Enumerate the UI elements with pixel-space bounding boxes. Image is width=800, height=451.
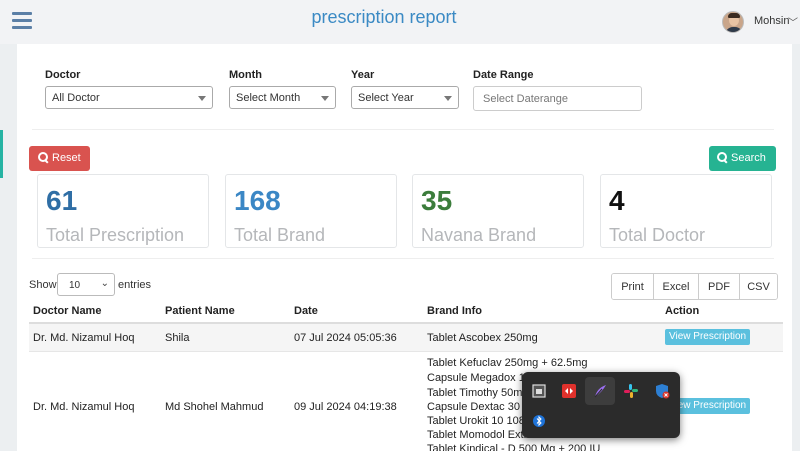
search-button-label: Search bbox=[731, 152, 766, 164]
sidebar-accent bbox=[0, 130, 3, 178]
search-icon bbox=[717, 152, 727, 162]
column-header-brand-info[interactable]: Brand Info bbox=[427, 305, 482, 317]
chevron-down-icon: ⌄ bbox=[100, 278, 109, 289]
doctor-label: Doctor bbox=[45, 69, 81, 81]
stat-card-navana-brand: 35 Navana Brand bbox=[412, 174, 584, 248]
doctor-select[interactable]: All Doctor bbox=[45, 86, 213, 109]
stat-value: 61 bbox=[46, 185, 78, 216]
cell-patient: Shila bbox=[165, 332, 190, 344]
reset-button-label: Reset bbox=[52, 152, 81, 164]
column-header-doctor[interactable]: Doctor Name bbox=[33, 305, 101, 317]
dropdown-caret-icon bbox=[321, 96, 329, 101]
year-select[interactable]: Select Year bbox=[351, 86, 459, 109]
cell-doctor: Dr. Md. Nizamul Hoq bbox=[33, 332, 135, 344]
cell-brand-line: Tablet Kefuclav 250mg + 62.5mg bbox=[427, 357, 588, 369]
search-icon bbox=[38, 152, 48, 162]
pdf-button[interactable]: PDF bbox=[698, 274, 739, 299]
month-select[interactable]: Select Month bbox=[229, 86, 336, 109]
cell-date: 07 Jul 2024 05:05:36 bbox=[294, 332, 397, 344]
year-select-value: Select Year bbox=[358, 92, 414, 104]
excel-button[interactable]: Excel bbox=[653, 274, 698, 299]
year-label: Year bbox=[351, 69, 375, 81]
chevron-down-icon[interactable]: ﹀ bbox=[788, 14, 798, 29]
system-tray-popup bbox=[522, 372, 680, 438]
view-prescription-button[interactable]: View Prescription bbox=[665, 329, 751, 345]
entries-label: entries bbox=[118, 279, 152, 291]
reset-button[interactable]: Reset bbox=[29, 146, 90, 171]
entries-select[interactable]: 10 ⌄ bbox=[57, 273, 115, 296]
stat-value: 35 bbox=[421, 185, 453, 216]
stat-value: 4 bbox=[609, 185, 625, 216]
avatar[interactable] bbox=[722, 11, 744, 33]
column-header-patient[interactable]: Patient Name bbox=[165, 305, 235, 317]
stat-card-total-doctor: 4 Total Doctor bbox=[600, 174, 772, 248]
cell-date: 09 Jul 2024 04:19:38 bbox=[294, 401, 397, 413]
slack-icon[interactable] bbox=[623, 383, 639, 399]
month-label: Month bbox=[229, 69, 262, 81]
security-shield-icon[interactable] bbox=[654, 383, 670, 399]
stat-card-total-prescription: 61 Total Prescription bbox=[37, 174, 209, 248]
window-app-icon[interactable] bbox=[531, 383, 547, 399]
stat-card-total-brand: 168 Total Brand bbox=[225, 174, 397, 248]
date-range-label: Date Range bbox=[473, 69, 534, 81]
show-label: Show bbox=[29, 279, 57, 291]
cell-brand-line: Tablet Timothy 50mg bbox=[427, 387, 529, 399]
column-header-action[interactable]: Action bbox=[665, 305, 699, 317]
divider bbox=[32, 129, 774, 130]
dropdown-caret-icon bbox=[198, 96, 206, 101]
month-select-value: Select Month bbox=[236, 92, 301, 104]
feather-app-icon[interactable] bbox=[592, 383, 608, 399]
dropdown-caret-icon bbox=[444, 96, 452, 101]
search-button[interactable]: Search bbox=[709, 146, 776, 171]
cell-brand-line: Capsule Dextac 30 3 bbox=[427, 401, 530, 413]
date-range-input[interactable]: Select Daterange bbox=[473, 86, 642, 111]
cell-brand-line: Tablet Urokit 10 1080 bbox=[427, 415, 531, 427]
top-bar: prescription report Mohsin ﹀ bbox=[0, 0, 800, 44]
cell-doctor: Dr. Md. Nizamul Hoq bbox=[33, 401, 135, 413]
print-button[interactable]: Print bbox=[612, 274, 653, 299]
stat-label: Navana Brand bbox=[421, 225, 537, 245]
column-header-date[interactable]: Date bbox=[294, 305, 318, 317]
stat-label: Total Doctor bbox=[609, 225, 706, 245]
stat-value: 168 bbox=[234, 185, 281, 216]
user-name[interactable]: Mohsin bbox=[754, 15, 789, 27]
stat-label: Total Prescription bbox=[46, 225, 185, 245]
page-title: prescription report bbox=[311, 7, 457, 27]
divider bbox=[32, 258, 774, 259]
cell-brand-line: Tablet Momodol Extra bbox=[427, 429, 534, 441]
csv-button[interactable]: CSV bbox=[739, 274, 777, 299]
export-buttons: Print Excel PDF CSV bbox=[611, 273, 778, 300]
cell-patient: Md Shohel Mahmud bbox=[165, 401, 264, 413]
cell-brand-line: Capsule Megadox 10 bbox=[427, 372, 531, 384]
stat-label: Total Brand bbox=[234, 225, 326, 245]
anydesk-icon[interactable] bbox=[561, 383, 577, 399]
bluetooth-icon[interactable] bbox=[531, 413, 547, 429]
entries-select-value: 10 bbox=[69, 280, 81, 291]
cell-brand-line: Tablet Kindical - D 500 Mg + 200 IU bbox=[427, 443, 601, 451]
doctor-select-value: All Doctor bbox=[52, 92, 100, 104]
cell-brand-info: Tablet Ascobex 250mg bbox=[427, 332, 538, 344]
